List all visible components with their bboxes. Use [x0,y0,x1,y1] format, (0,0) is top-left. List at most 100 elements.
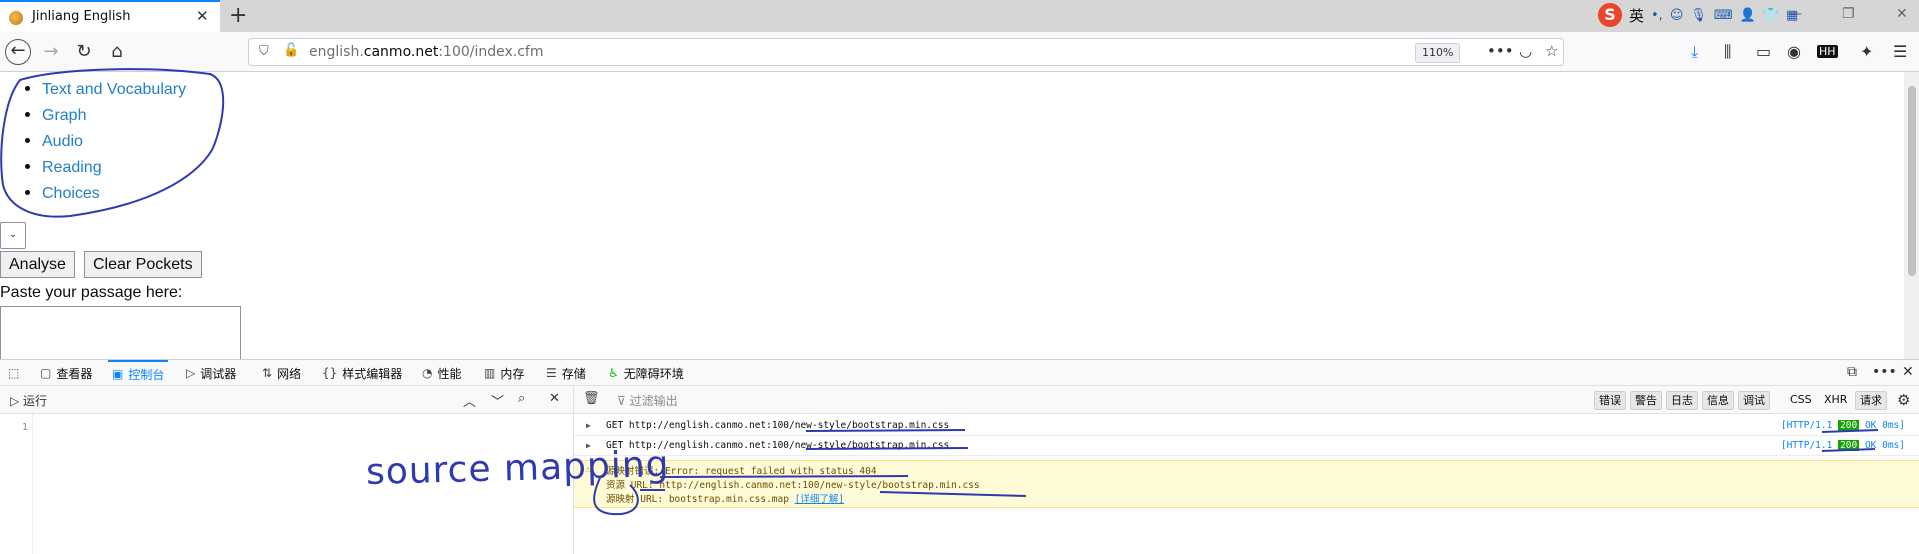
insecure-lock-icon[interactable]: 🔓 [283,43,299,58]
search-icon[interactable]: ⌕ [518,391,525,406]
tracking-shield-icon[interactable]: ⛉ [259,44,269,59]
skin-shirt-icon[interactable]: 👕 [1763,8,1779,23]
tab-performance[interactable]: ◔ 性能 [422,360,462,386]
url-bar[interactable]: ⛉ 🔓 english.canmo.net:100/index.cfm 110%… [248,38,1564,66]
new-tab-button[interactable]: + [229,3,247,28]
list-item: Audio [42,124,186,150]
user-icon[interactable]: 👤 [1740,8,1756,23]
dock-side-icon[interactable]: ⧉ [1847,364,1857,380]
tab-accessibility[interactable]: ♿ 无障碍环境 [608,360,684,386]
settings-gear-icon[interactable]: ⚙ [1897,391,1910,409]
play-icon: ▷ [10,394,24,408]
sogou-logo-icon[interactable]: S [1598,3,1622,27]
sidebar-icon[interactable]: ▭ [1756,42,1771,61]
chevron-down-icon[interactable]: ﹀ [491,391,504,410]
paste-label: Paste your passage here: [0,284,183,301]
url-text[interactable]: english.canmo.net:100/index.cfm [309,44,544,60]
pocket-icon[interactable]: ◡ [1519,42,1532,60]
filter-errors[interactable]: 错误 [1594,391,1626,410]
reload-icon[interactable]: ↻ [71,40,97,64]
site-favicon-icon [9,11,23,25]
link-choices[interactable]: Choices [42,185,100,202]
ime-punctuation-indicator[interactable]: •, [1651,8,1663,23]
minimize-icon[interactable]: — [1788,6,1802,22]
library-icon[interactable]: ⫼ [1724,42,1731,62]
ime-lang-indicator[interactable]: 英 [1629,5,1644,26]
log-status[interactable]: [HTTP/1.1 200 OK 0ms] [1781,416,1905,436]
filter-debug[interactable]: 调试 [1738,391,1770,410]
forward-arrow-icon[interactable]: → [38,40,64,64]
pane-splitter[interactable] [573,386,574,414]
filter-xhr[interactable]: XHR [1820,391,1851,408]
tab-inspector[interactable]: ▢ 查看器 [40,360,92,386]
log-row[interactable]: ▶ GET http://english.canmo.net:100/new-s… [574,436,1919,456]
list-item: Graph [42,98,186,124]
close-editor-icon[interactable]: ✕ [549,391,560,406]
emoji-icon[interactable]: ☺ [1670,8,1684,23]
category-select[interactable]: ⌄ [0,222,26,249]
tab-style-editor[interactable]: {} 样式编辑器 [322,360,402,386]
log-row[interactable]: ▶ GET http://english.canmo.net:100/new-s… [574,416,1919,436]
chevron-up-icon[interactable]: ︿ [463,391,476,410]
restore-icon[interactable]: ❐ [1842,6,1855,22]
tab-memory[interactable]: ▥ 内存 [484,360,524,386]
network-icon: ⇅ [262,366,273,380]
console-icon: ▣ [112,367,124,381]
source-map-warning: ⚠ 源映射错误: Error: request failed with stat… [574,460,1919,508]
ime-toolbar: S 英 •, ☺ 🎙 ⌨ 👤 👕 ▦ [1598,2,1798,28]
expand-triangle-icon[interactable]: ▶ [586,416,591,436]
zoom-level-indicator[interactable]: 110% [1415,43,1461,63]
tab-title: Jinliang English [32,9,131,24]
filter-info[interactable]: 信息 [1702,391,1734,410]
clear-pockets-button[interactable]: Clear Pockets [84,251,202,278]
filter-logs[interactable]: 日志 [1666,391,1698,410]
link-graph[interactable]: Graph [42,107,86,124]
filter-warnings[interactable]: 警告 [1630,391,1662,410]
link-audio[interactable]: Audio [42,133,83,150]
tab-console[interactable]: ▣ 控制台 [108,360,169,386]
page-content: Text and Vocabulary Graph Audio Reading … [0,72,1901,359]
chevron-down-icon: ⌄ [8,229,18,240]
passage-textarea[interactable] [0,306,241,359]
element-picker-icon[interactable]: ⬚ [8,360,19,386]
storage-icon: ☰ [546,366,557,380]
tab-debugger[interactable]: ▷ 调试器 [186,360,236,386]
tab-network[interactable]: ⇅ 网络 [262,360,301,386]
console-output: ▶ GET http://english.canmo.net:100/new-s… [574,414,1919,554]
account-icon[interactable]: ◉ [1787,42,1801,61]
learn-more-link[interactable]: [详细了解] [795,494,844,505]
hamburger-menu-icon[interactable]: ☰ [1893,42,1907,61]
devtools-close-icon[interactable]: ✕ [1902,364,1914,380]
editor-gutter [32,414,33,554]
style-editor-icon: {} [322,366,338,380]
browser-tab[interactable]: Jinliang English ✕ [0,0,220,32]
tab-storage[interactable]: ☰ 存储 [546,360,586,386]
accessibility-icon: ♿ [608,366,619,380]
keyboard-icon[interactable]: ⌨ [1714,8,1733,23]
log-status[interactable]: [HTTP/1.1 200 OK 0ms] [1781,436,1905,456]
line-number: 1 [21,422,28,433]
analyse-button[interactable]: Analyse [0,251,75,278]
run-button[interactable]: ▷ 运行 [10,392,47,409]
back-arrow-icon[interactable]: ← [5,39,31,65]
filter-input[interactable]: ⊽ 过滤输出 [617,392,678,409]
filter-icon: ⊽ [617,394,630,408]
home-icon[interactable]: ⌂ [104,40,130,64]
microphone-icon[interactable]: 🎙 [1690,8,1707,23]
page-scrollbar[interactable] [1904,72,1919,359]
clear-console-icon[interactable]: 🗑 [583,391,600,406]
link-text-and-vocabulary[interactable]: Text and Vocabulary [42,81,186,98]
filter-css[interactable]: CSS [1786,391,1816,408]
close-tab-icon[interactable]: ✕ [196,7,209,25]
devtools-menu-icon[interactable]: ••• [1872,364,1897,380]
extensions-puzzle-icon[interactable]: ✦ [1860,42,1873,61]
page-actions-icon[interactable]: ••• [1487,42,1514,60]
link-reading[interactable]: Reading [42,159,102,176]
window-close-icon[interactable]: ✕ [1896,6,1908,22]
annotation-text: source mapping [365,444,670,493]
extension-icon[interactable]: HH [1817,45,1838,58]
filter-requests[interactable]: 请求 [1855,391,1887,410]
downloads-icon[interactable]: ⤓ [1691,42,1698,62]
scrollbar-thumb[interactable] [1908,86,1916,276]
bookmark-star-icon[interactable]: ☆ [1545,42,1558,60]
